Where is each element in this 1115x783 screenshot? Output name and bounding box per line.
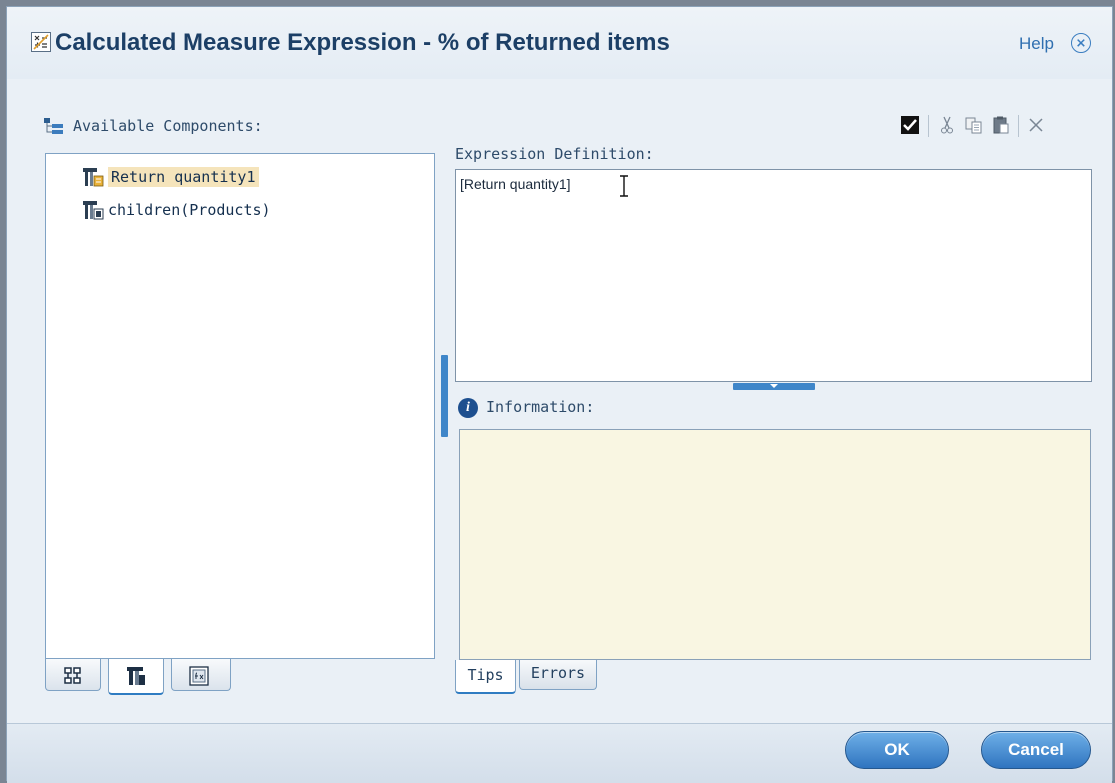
available-components-label: Available Components: <box>73 117 263 135</box>
tab-tips[interactable]: Tips <box>455 660 516 694</box>
ok-button[interactable]: OK <box>845 731 949 769</box>
tree-item-return-quantity1[interactable]: Return quantity1 <box>82 165 259 189</box>
help-link[interactable]: Help <box>1019 34 1054 54</box>
tree-item-children-products[interactable]: children(Products) <box>82 198 271 222</box>
information-panel <box>459 429 1091 660</box>
paste-icon[interactable] <box>991 115 1011 135</box>
tree-item-label: children(Products) <box>108 201 271 219</box>
information-label: Information: <box>486 398 595 416</box>
close-icon[interactable]: ⨯ <box>1071 33 1091 53</box>
measure-icon <box>83 168 104 187</box>
components-tree[interactable]: Return quantity1 children(Products) <box>45 153 435 659</box>
measure-icon <box>127 667 145 685</box>
dialog-titlebar: Calculated Measure Expression - % of Ret… <box>7 7 1112 79</box>
function-icon <box>189 666 209 686</box>
member-set-icon <box>83 201 104 220</box>
functions-tab[interactable] <box>171 659 231 691</box>
expression-editor[interactable]: [Return quantity1] <box>455 169 1092 382</box>
delete-icon[interactable] <box>1026 115 1046 135</box>
components-tree-icon <box>44 118 63 134</box>
cancel-button[interactable]: Cancel <box>981 731 1091 769</box>
toolbar-divider <box>1018 115 1019 137</box>
info-icon: i <box>458 398 478 418</box>
expression-text: [Return quantity1] <box>460 176 571 192</box>
tree-item-label: Return quantity1 <box>108 167 259 187</box>
vertical-splitter-handle[interactable] <box>441 355 448 437</box>
toolbar-divider <box>928 115 929 137</box>
calculated-measure-dialog: Calculated Measure Expression - % of Ret… <box>6 6 1113 783</box>
tab-errors[interactable]: Errors <box>519 660 597 690</box>
calculator-icon <box>31 32 51 52</box>
dialog-title: Calculated Measure Expression - % of Ret… <box>55 29 670 56</box>
measures-tab[interactable] <box>108 659 164 695</box>
hierarchy-icon <box>64 667 81 684</box>
hierarchy-tab[interactable] <box>45 659 101 691</box>
copy-icon[interactable] <box>964 115 984 135</box>
horizontal-splitter-handle[interactable] <box>733 383 815 390</box>
validate-check-icon[interactable] <box>900 115 920 135</box>
expression-definition-label: Expression Definition: <box>455 145 654 163</box>
cut-icon[interactable] <box>937 115 957 135</box>
text-cursor-icon <box>620 175 628 197</box>
